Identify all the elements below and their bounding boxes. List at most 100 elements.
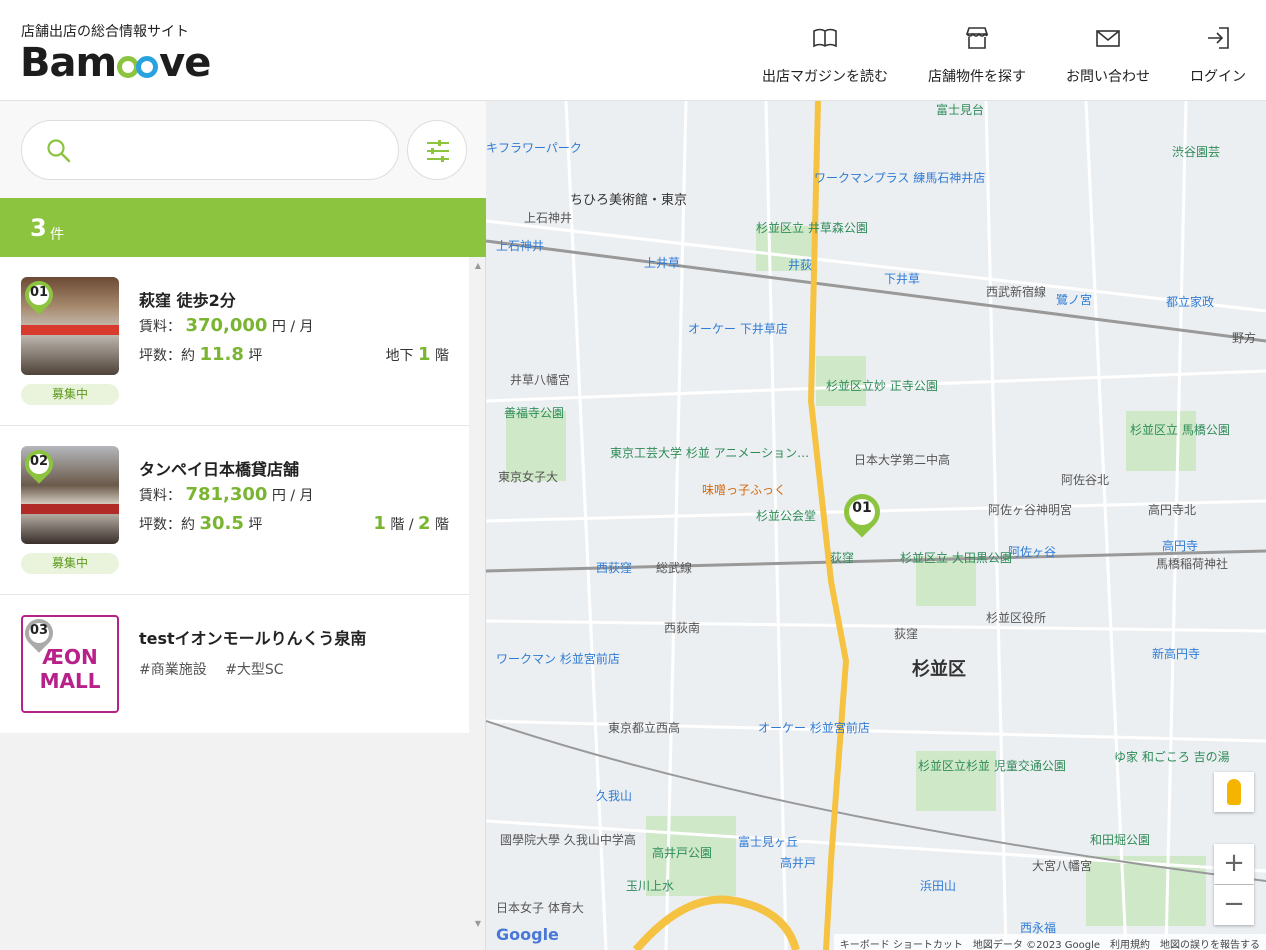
- map-label: 大宮八幡宮: [1032, 859, 1093, 873]
- book-icon: [813, 28, 837, 48]
- map-label: 井草八幡宮: [510, 373, 571, 387]
- map-label: 東京女子大: [498, 470, 559, 484]
- map-label: 高井戸公園: [652, 846, 713, 860]
- map-label: 新高円寺: [1152, 647, 1201, 661]
- site-logo[interactable]: Bam ve: [20, 40, 211, 86]
- search-icon: [47, 139, 71, 163]
- map-label: 阿佐谷北: [1061, 473, 1110, 487]
- status-badge: 募集中: [21, 553, 119, 574]
- map-label: 阿佐ヶ谷: [1008, 545, 1057, 559]
- map-pin-number: 01: [852, 500, 872, 516]
- map-label: 杉並区立杉並 児童交通公園: [918, 759, 1066, 773]
- google-logo: Google: [496, 925, 559, 944]
- nav-login[interactable]: ログイン: [1190, 24, 1246, 86]
- map-label: 玉川上水: [626, 879, 675, 893]
- scroll-up-icon[interactable]: ▲: [472, 261, 484, 270]
- map-label: ワークマン 杉並宮前店: [496, 652, 620, 666]
- listing-card[interactable]: 01 募集中 萩窪 徒歩2分 賃料： 370,000 円 / 月 坪数：約 11…: [0, 257, 469, 426]
- map-label: オーケー 杉並宮前店: [758, 721, 870, 735]
- map-label: キフラワーパーク: [486, 141, 582, 155]
- map-label: 高円寺: [1162, 539, 1199, 553]
- listing-sidebar: 3 件 01 募集中 萩窪 徒歩2分 賃料： 370,000 円 / 月 坪数：…: [0, 101, 486, 950]
- map-label: ゆ家 和ごころ 吉の湯: [1114, 750, 1230, 764]
- listing-area: 坪数：約 11.8 坪: [139, 344, 263, 365]
- map-label: 和田堀公園: [1090, 833, 1151, 847]
- site-tagline: 店舗出店の総合情報サイト: [21, 24, 189, 40]
- listing-title: testイオンモールりんくう泉南: [139, 629, 367, 648]
- result-count-unit: 件: [50, 227, 64, 243]
- map-label: 杉並区立 大田黒公園: [900, 551, 1012, 565]
- map-label: 阿佐ヶ谷神明宮: [988, 503, 1073, 517]
- store-icon: [965, 27, 989, 49]
- filter-button[interactable]: [407, 120, 467, 180]
- map-label: 杉並区立 井草森公園: [756, 221, 868, 235]
- map-label: 西荻窪: [596, 561, 633, 575]
- listing-rent: 賃料： 370,000 円 / 月: [139, 315, 314, 336]
- map-label: 鷺ノ宮: [1056, 293, 1093, 307]
- nav-magazine[interactable]: 出店マガジンを読む: [762, 24, 888, 86]
- map-label: 荻窪: [830, 551, 855, 565]
- map-label: 浜田山: [920, 879, 957, 893]
- mail-icon: [1096, 30, 1120, 47]
- scroll-down-icon[interactable]: ▼: [472, 919, 484, 928]
- tag[interactable]: #商業施設: [139, 662, 207, 678]
- map-label: 杉並区役所: [986, 611, 1047, 625]
- map-label: 日本女子 体育大: [496, 901, 584, 915]
- map-label: ワークマンプラス 練馬石神井店: [814, 171, 986, 185]
- logo-prefix: Bam: [20, 40, 117, 86]
- map-label: 杉並公会堂: [756, 509, 817, 523]
- map-label: 野方: [1232, 331, 1257, 345]
- logo-rings-icon: [117, 48, 159, 78]
- listing-number: 03: [29, 623, 49, 638]
- map-label: 荻窪: [894, 627, 919, 641]
- listing-floor: 1 階 / 2 階: [373, 513, 449, 534]
- map-label: 杉並区: [912, 659, 966, 680]
- map-attribution[interactable]: キーボード ショートカット 地図データ ©2023 Google 利用規約 地図…: [833, 934, 1266, 950]
- nav-contact-label: お問い合わせ: [1066, 69, 1150, 85]
- map-label: 上石神井: [496, 239, 545, 253]
- map-label: 富士見台: [936, 103, 985, 117]
- listing-number: 02: [29, 454, 49, 469]
- logo-suffix: ve: [159, 40, 211, 86]
- header-nav: 出店マガジンを読む 店舗物件を探す お問い合わせ ログイン: [722, 24, 1246, 86]
- map-label: 上井草: [644, 256, 681, 270]
- listing-area: 坪数：約 30.5 坪: [139, 513, 263, 534]
- map-label: 馬橋稲荷神社: [1156, 557, 1229, 571]
- map-label: オーケー 下井草店: [688, 322, 788, 336]
- site-header: 店舗出店の総合情報サイト Bam ve 出店マガジンを読む 店舗物件を探す お問…: [0, 0, 1266, 101]
- map-roads: [486, 101, 1266, 950]
- search-area: [0, 101, 486, 198]
- listing-title: タンペイ日本橋貸店舗: [139, 460, 300, 479]
- listing-card[interactable]: 02 募集中 タンペイ日本橋貸店舗 賃料： 781,300 円 / 月 坪数：約…: [0, 426, 469, 595]
- nav-search-property[interactable]: 店舗物件を探す: [928, 24, 1026, 86]
- tag[interactable]: #大型SC: [225, 662, 283, 678]
- map-label: 日本大学第二中高: [854, 453, 951, 467]
- listing-title: 萩窪 徒歩2分: [139, 291, 236, 310]
- map-label: 久我山: [596, 789, 633, 803]
- nav-login-label: ログイン: [1190, 69, 1246, 85]
- nav-search-property-label: 店舗物件を探す: [928, 69, 1026, 85]
- listing-floor: 地下 1 階: [385, 344, 449, 365]
- sliders-icon: [427, 140, 449, 162]
- listing-number: 01: [29, 285, 49, 300]
- login-icon: [1208, 27, 1229, 49]
- listing-rent: 賃料： 781,300 円 / 月: [139, 484, 314, 505]
- listing-tags: #商業施設 #大型SC: [139, 659, 298, 679]
- map-view[interactable]: 富士見台 キフラワーパーク ちひろ美術館・東京 上石神井 上石神井 ワークマンプ…: [486, 101, 1266, 950]
- zoom-out-button[interactable]: −: [1214, 885, 1254, 925]
- result-count: 3: [30, 214, 47, 242]
- map-label: 杉並区立 馬橋公園: [1130, 423, 1230, 437]
- map-label: 井荻: [788, 258, 813, 272]
- map-label: 総武線: [656, 561, 693, 575]
- street-view-pegman-icon[interactable]: [1214, 772, 1254, 812]
- search-input[interactable]: [21, 120, 399, 180]
- nav-contact[interactable]: お問い合わせ: [1066, 24, 1150, 86]
- zoom-in-button[interactable]: +: [1214, 844, 1254, 884]
- map-label: 味噌っ子ふっく: [702, 483, 787, 497]
- map-label: 杉並区立妙 正寺公園: [826, 379, 938, 393]
- listing-card[interactable]: ÆON MALL 03 testイオンモールりんくう泉南 #商業施設 #大型SC: [0, 595, 469, 733]
- map-label: 上石神井: [524, 211, 573, 225]
- map-label: 富士見ヶ丘: [738, 835, 799, 849]
- nav-magazine-label: 出店マガジンを読む: [762, 69, 888, 85]
- map-label: 高井戸: [780, 856, 817, 870]
